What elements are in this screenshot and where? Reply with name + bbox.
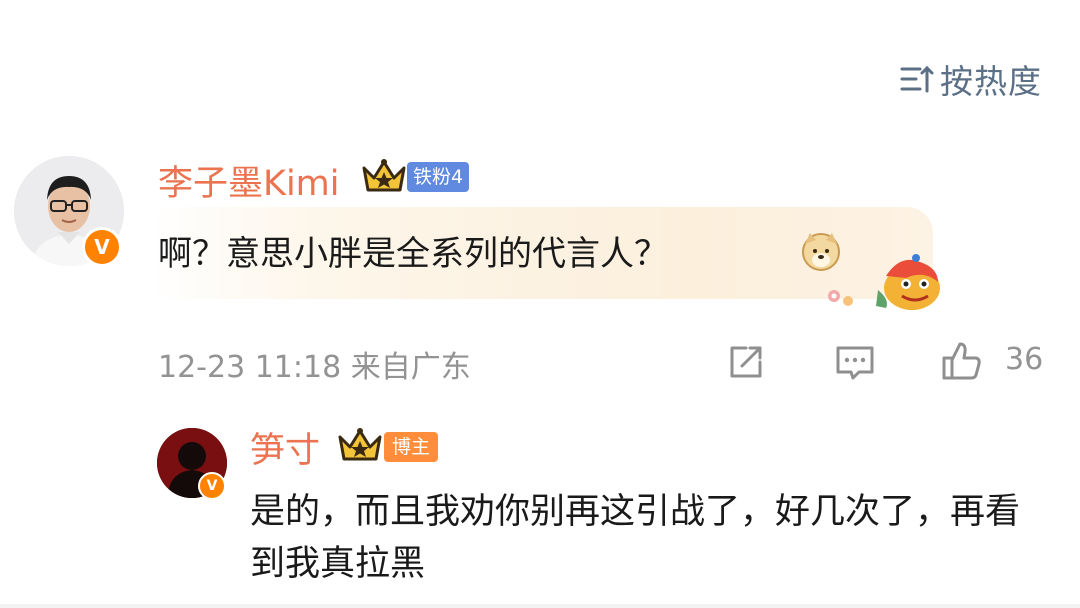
comment-text: 啊？意思小胖是全系列的代言人？ [158, 234, 668, 274]
sort-label: 按热度 [940, 62, 1042, 101]
comment-icon[interactable] [833, 340, 877, 384]
reply-text: 是的，而且我劝你别再这引战了，好几次了，再看到我真拉黑 [250, 492, 1021, 584]
comment-location: 来自广东 [350, 350, 471, 385]
divider [0, 604, 1080, 608]
sort-by-hot-button[interactable]: 按热度 [896, 55, 1042, 103]
verified-icon: V [82, 227, 122, 267]
like-icon[interactable] [940, 340, 984, 384]
comment-timestamp: 12-23 11:18 [158, 350, 342, 385]
comment-meta: 12-23 11:18 来自广东 [158, 342, 471, 386]
comment-author-name[interactable]: 李子墨Kimi [158, 155, 340, 206]
blogger-badge: 博主 [384, 432, 439, 462]
crown-icon [338, 428, 382, 461]
lion-dance-decoration-icon [828, 254, 940, 310]
reply-author-name[interactable]: 笋寸 [250, 422, 320, 473]
sort-icon [900, 65, 934, 93]
fan-level-badge[interactable]: 铁粉4 [407, 162, 470, 192]
crown-icon [362, 159, 406, 192]
share-icon[interactable] [724, 340, 768, 384]
like-count: 36 [1005, 342, 1044, 377]
reply-verified-icon: V [198, 472, 226, 500]
